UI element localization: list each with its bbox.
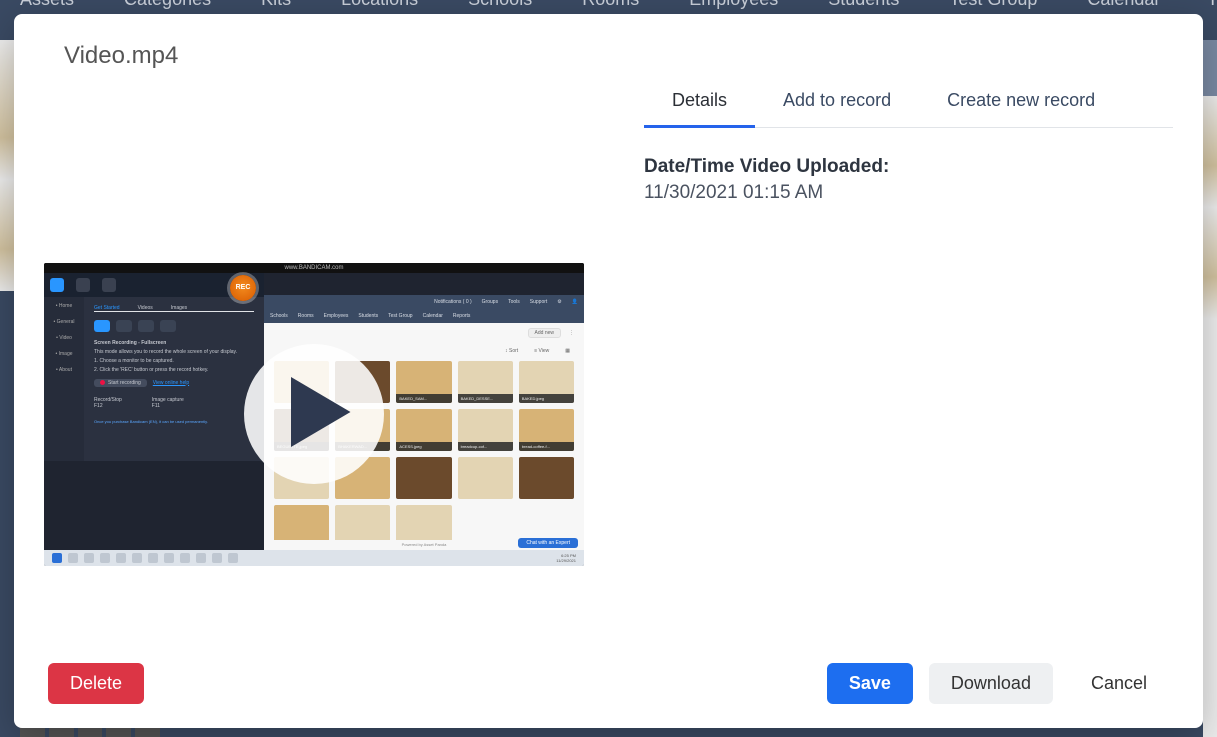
cancel-button[interactable]: Cancel (1069, 663, 1169, 704)
modal-title: Video.mp4 (14, 14, 1203, 70)
tab-add-to-record[interactable]: Add to record (755, 78, 919, 127)
delete-button[interactable]: Delete (48, 663, 144, 704)
uploaded-label: Date/Time Video Uploaded: (644, 156, 1173, 178)
video-preview-column: www.BANDICAM.com Home General Video Imag… (44, 70, 584, 638)
play-icon (274, 377, 354, 452)
detail-column: Details Add to record Create new record … (644, 70, 1173, 638)
preview-taskbar: 6:25 PM11/29/2021 (44, 550, 584, 566)
preview-chat-button: Chat with an Expert (518, 538, 578, 548)
uploaded-value: 11/30/2021 01:15 AM (644, 182, 1173, 204)
background-nav: AssetsCategoriesKits LocationsSchoolsRoo… (0, 0, 1217, 10)
download-button[interactable]: Download (929, 663, 1053, 704)
background-strip-left (0, 40, 14, 737)
modal-footer: Delete Save Download Cancel (14, 638, 1203, 728)
preview-rec-badge: REC (230, 275, 256, 301)
play-button[interactable] (244, 344, 384, 484)
detail-tabs: Details Add to record Create new record (644, 78, 1173, 128)
preview-topbar: www.BANDICAM.com (44, 263, 584, 273)
preview-app-sidebar: Home General Video Image About Get Start… (44, 273, 264, 461)
tab-details[interactable]: Details (644, 78, 755, 128)
video-modal: Video.mp4 www.BANDICAM.com Home General (14, 14, 1203, 728)
save-button[interactable]: Save (827, 663, 913, 704)
background-strip-right (1203, 40, 1217, 737)
tab-create-new-record[interactable]: Create new record (919, 78, 1123, 127)
video-player[interactable]: www.BANDICAM.com Home General Video Imag… (44, 263, 584, 566)
